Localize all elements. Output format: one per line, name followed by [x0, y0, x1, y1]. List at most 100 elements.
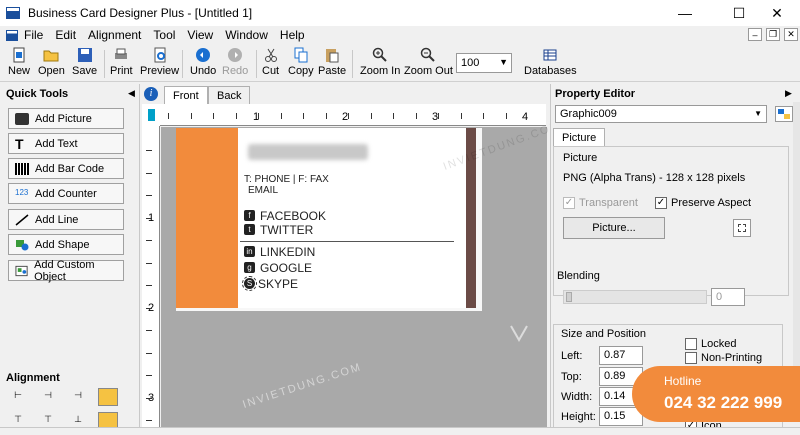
non-printing-checkbox[interactable] — [685, 352, 697, 364]
add-picture-button[interactable]: Add Picture — [8, 108, 124, 129]
save-disk-icon — [77, 48, 92, 62]
card-skype[interactable]: SKYPE — [258, 277, 298, 291]
picture-crop-icon[interactable] — [733, 219, 751, 237]
locked-checkbox[interactable] — [685, 338, 697, 350]
mdi-restore-button[interactable]: ❐ — [766, 28, 780, 41]
menu-view[interactable]: View — [181, 28, 219, 42]
card-name-blurred[interactable] — [248, 144, 368, 160]
collapse-icon[interactable]: ▶ — [785, 88, 792, 99]
height-label: Height: — [561, 411, 596, 423]
add-bar-code-button[interactable]: Add Bar Code — [8, 158, 124, 179]
info-icon[interactable]: i — [144, 87, 158, 101]
copy-button[interactable]: Copy — [288, 47, 314, 77]
mdi-minimize-button[interactable]: – — [748, 28, 762, 41]
align-group-icon[interactable] — [98, 388, 118, 406]
ruler-tick — [258, 113, 259, 119]
custom-object-icon — [15, 265, 28, 276]
card-divider[interactable] — [240, 241, 454, 242]
menu-edit[interactable]: Edit — [49, 28, 82, 42]
menu-tool[interactable]: Tool — [147, 28, 181, 42]
card-twitter[interactable]: TWITTER — [260, 223, 313, 237]
property-scrollbar[interactable] — [793, 102, 800, 402]
print-button[interactable]: Print — [110, 47, 133, 77]
new-button[interactable]: New — [8, 47, 30, 77]
object-selector[interactable]: Graphic009 ▼ — [555, 105, 767, 123]
transparent-checkbox[interactable]: ✓ — [563, 197, 575, 209]
toolbar-separator — [352, 50, 353, 78]
linkedin-icon[interactable]: in — [244, 246, 255, 257]
picture-info: PNG (Alpha Trans) - 128 x 128 pixels — [563, 172, 746, 184]
zoom-select[interactable]: 100 ▼ — [456, 53, 512, 73]
card-contact-line[interactable]: T: PHONE | F: FAX — [244, 174, 329, 185]
add-custom-object-button[interactable]: Add Custom Object — [8, 259, 124, 283]
databases-button[interactable]: Databases — [524, 47, 577, 77]
preview-button[interactable]: Preview — [140, 47, 179, 77]
hotline-banner[interactable]: Hotline 024 32 222 999 — [632, 366, 800, 422]
undo-icon — [196, 48, 211, 62]
card-facebook[interactable]: FACEBOOK — [260, 209, 326, 223]
tab-back[interactable]: Back — [208, 86, 251, 104]
close-button[interactable]: ✕ — [754, 0, 800, 26]
zoom-value: 100 — [461, 57, 480, 69]
open-button[interactable]: Open — [38, 47, 65, 77]
facebook-icon[interactable]: f — [244, 210, 255, 221]
line-icon — [15, 213, 29, 226]
left-field[interactable]: 0.87 — [599, 346, 643, 365]
redo-button[interactable]: Redo — [222, 47, 248, 77]
card-google[interactable]: GOOGLE — [260, 261, 312, 275]
menu-file[interactable]: File — [18, 28, 49, 42]
menu-alignment[interactable]: Alignment — [82, 28, 147, 42]
quick-tools-panel: Quick Tools ◀ Add Picture T Add Text Add… — [0, 84, 140, 435]
tab-picture[interactable]: Picture — [553, 128, 606, 146]
paste-button[interactable]: Paste — [318, 47, 346, 77]
google-icon[interactable]: g — [244, 262, 255, 273]
preserve-aspect-label: Preserve Aspect — [671, 197, 752, 209]
card-email[interactable]: EMAIL — [248, 185, 278, 196]
zoom-out-icon — [421, 47, 436, 62]
collapse-icon[interactable]: ◀ — [128, 88, 135, 99]
object-properties-icon[interactable] — [775, 106, 793, 122]
ruler-tick — [460, 113, 462, 119]
minimize-button[interactable]: — — [662, 0, 708, 26]
new-label: New — [8, 65, 31, 77]
horizontal-ruler: 1 2 3 4 — [160, 104, 546, 126]
align-left-icon[interactable]: ⊢ — [8, 390, 28, 408]
menu-window[interactable]: Window — [219, 28, 274, 42]
tab-front[interactable]: Front — [164, 86, 208, 104]
ruler-tick — [280, 113, 282, 119]
hotline-label: Hotline — [664, 374, 702, 388]
skype-icon[interactable]: S — [242, 276, 257, 291]
mdi-close-button[interactable]: ✕ — [784, 28, 798, 41]
blending-value-field[interactable]: 0 — [711, 288, 745, 306]
add-text-button[interactable]: T Add Text — [8, 133, 124, 154]
cut-button[interactable]: Cut — [262, 47, 279, 77]
print-label: Print — [110, 65, 133, 77]
menu-bar: File Edit Alignment Tool View Window Hel… — [0, 26, 800, 44]
ruler-tick — [146, 262, 152, 264]
menu-help[interactable]: Help — [274, 28, 311, 42]
ruler-tick — [370, 113, 372, 119]
copy-label: Copy — [288, 65, 314, 77]
twitter-icon[interactable]: t — [244, 224, 255, 235]
ruler-tick — [168, 113, 169, 119]
ruler-tick — [146, 375, 152, 376]
add-line-button[interactable]: Add Line — [8, 209, 124, 230]
picture-button[interactable]: Picture... — [563, 217, 665, 239]
top-label: Top: — [561, 371, 582, 383]
card-accent-bar[interactable] — [176, 128, 238, 308]
blending-slider[interactable] — [563, 290, 707, 304]
app-icon — [6, 7, 20, 19]
undo-button[interactable]: Undo — [190, 47, 216, 77]
save-button[interactable]: Save — [72, 47, 97, 77]
property-editor-title: Property Editor — [555, 88, 636, 100]
blending-slider-handle[interactable] — [566, 292, 572, 302]
zoom-out-button[interactable]: Zoom Out — [404, 47, 453, 77]
zoom-in-button[interactable]: Zoom In — [360, 47, 400, 77]
align-right-icon[interactable]: ⊣ — [68, 390, 88, 408]
add-shape-button[interactable]: Add Shape — [8, 234, 124, 255]
preserve-aspect-checkbox[interactable]: ✓ — [655, 197, 667, 209]
align-center-icon[interactable]: ⊣ — [38, 390, 58, 408]
add-counter-button[interactable]: 123 Add Counter — [8, 183, 124, 204]
ruler-tick — [235, 113, 237, 119]
card-linkedin[interactable]: LINKEDIN — [260, 245, 315, 259]
